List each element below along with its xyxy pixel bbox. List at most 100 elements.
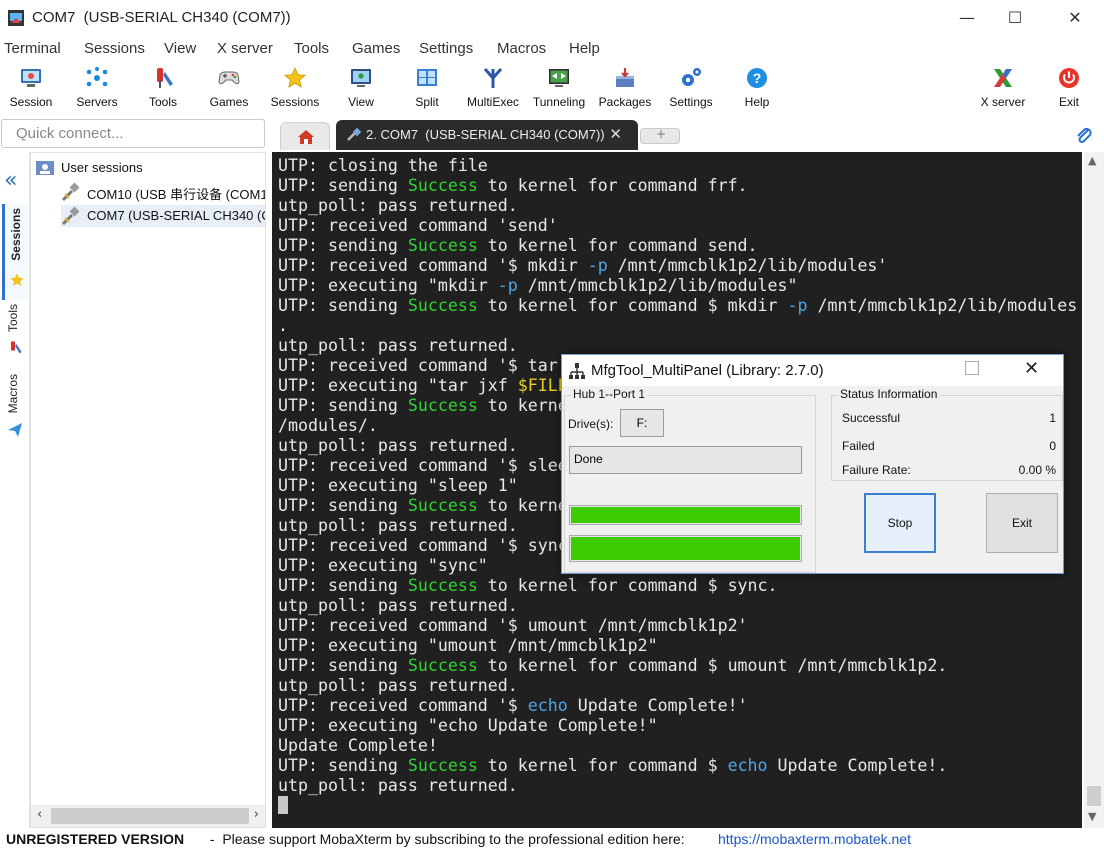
- close-button[interactable]: ✕: [1052, 0, 1098, 36]
- tab-close-icon[interactable]: ✕: [609, 125, 622, 143]
- terminal-text: Update Complete!.: [767, 756, 948, 775]
- title-bar: COM7 (USB-SERIAL CH340 (COM7)) — ☐ ✕: [0, 0, 1104, 36]
- mobaxterm-window: COM7 (USB-SERIAL CH340 (COM7)) — ☐ ✕ Ter…: [0, 0, 1104, 850]
- menu-games[interactable]: Games: [352, 40, 400, 57]
- svg-text:?: ?: [753, 70, 762, 86]
- serial-plug-icon: [347, 128, 362, 141]
- menu-settings[interactable]: Settings: [419, 40, 473, 57]
- status-text-box: Done: [569, 446, 802, 474]
- mfgtool-dialog: MfgTool_MultiPanel (Library: 2.7.0) ✕ Hu…: [561, 354, 1064, 574]
- help-button[interactable]: ? Help: [724, 62, 790, 116]
- terminal-text: UTP: executing "sync": [278, 556, 488, 575]
- menu-terminal[interactable]: Terminal: [4, 40, 61, 57]
- minimize-button[interactable]: —: [944, 0, 990, 36]
- tools-icon: [157, 68, 173, 88]
- games-button[interactable]: Games: [196, 62, 262, 116]
- home-icon: [298, 130, 314, 144]
- menu-sessions[interactable]: Sessions: [84, 40, 145, 57]
- packages-button[interactable]: Packages: [592, 62, 658, 116]
- terminal-text: Success: [407, 236, 478, 255]
- exit-button[interactable]: Exit: [986, 493, 1058, 553]
- tunneling-button[interactable]: Tunneling: [526, 62, 592, 116]
- terminal-line: UTP: received command '$ mkdir -p /mnt/m…: [278, 256, 1077, 276]
- session-button[interactable]: Session: [0, 62, 64, 116]
- maximize-button[interactable]: ☐: [992, 0, 1038, 36]
- scroll-thumb[interactable]: [51, 808, 249, 824]
- scroll-thumb[interactable]: [1087, 786, 1101, 806]
- side-tab-tools[interactable]: Tools: [2, 300, 28, 360]
- horizontal-scrollbar[interactable]: ‹ ›: [31, 805, 265, 827]
- menu-view[interactable]: View: [164, 40, 196, 57]
- paperclip-icon[interactable]: [1074, 125, 1094, 145]
- star-icon: [10, 273, 24, 286]
- stop-button[interactable]: Stop: [864, 493, 936, 553]
- exit-button[interactable]: Exit: [1036, 62, 1102, 116]
- tools-button[interactable]: Tools: [130, 62, 196, 116]
- star-icon: [284, 67, 306, 88]
- settings-button[interactable]: Settings: [658, 62, 724, 116]
- multiexec-button[interactable]: MultiExec: [460, 62, 526, 116]
- terminal-text: /mnt/mmcblk1p2/lib/modules: [807, 296, 1078, 315]
- terminal-line: Update Complete!: [278, 736, 1077, 756]
- terminal-text: Update Complete!: [278, 736, 438, 755]
- progress-fill: [571, 507, 800, 523]
- sessions-button[interactable]: Sessions: [262, 62, 328, 116]
- side-tab-macros-label: Macros: [6, 374, 20, 414]
- tab-com7[interactable]: 2. COM7 (USB-SERIAL CH340 (COM7)) ✕: [336, 120, 638, 150]
- mfgtool-maximize-button[interactable]: [965, 361, 979, 375]
- failure-rate-value: 0.00 %: [1018, 463, 1056, 477]
- menu-help[interactable]: Help: [569, 40, 600, 57]
- terminal-text: Update Complete!': [567, 696, 748, 715]
- new-tab-button[interactable]: +: [640, 127, 680, 144]
- tab-label: 2. COM7 (USB-SERIAL CH340 (COM7)): [366, 127, 605, 142]
- terminal-text: UTP: sending: [278, 756, 408, 775]
- help-icon: ?: [747, 68, 767, 88]
- collapse-sidebar-icon[interactable]: «: [4, 168, 17, 193]
- packages-icon: [616, 68, 634, 87]
- mobaxterm-link[interactable]: https://mobaxterm.mobatek.net: [718, 831, 911, 847]
- terminal-text: to kernel for command $ umount /mnt/mmcb…: [477, 656, 948, 675]
- terminal-line: UTP: executing "umount /mnt/mmcblk1p2": [278, 636, 1077, 656]
- terminal-text: to kernel for command send.: [477, 236, 758, 255]
- session-item-selected[interactable]: COM7 (USB-SERIAL CH340 (COM7)): [61, 205, 265, 227]
- terminal-line: UTP: received command '$ umount /mnt/mmc…: [278, 616, 1077, 636]
- home-tab[interactable]: [280, 122, 330, 150]
- scroll-down-icon[interactable]: ▼: [1088, 810, 1096, 823]
- terminal-text: /mnt/mmcblk1p2/lib/modules": [517, 276, 798, 295]
- terminal-line: UTP: sending Success to kernel for comma…: [278, 176, 1077, 196]
- quick-connect-input[interactable]: [2, 120, 264, 147]
- terminal-text: echo: [527, 696, 568, 715]
- scroll-right-icon[interactable]: ›: [254, 807, 259, 822]
- menu-x-server[interactable]: X server: [217, 40, 273, 57]
- toolbar: Session Servers Tools Games Sessions Vie…: [0, 62, 1104, 116]
- terminal-cursor: [278, 796, 288, 814]
- terminal-text: UTP: sending: [278, 296, 408, 315]
- menu-tools[interactable]: Tools: [294, 40, 329, 57]
- view-button[interactable]: View: [328, 62, 394, 116]
- successful-label: Successful: [842, 411, 901, 425]
- terminal-text: utp_poll: pass returned.: [278, 676, 518, 695]
- terminal-text: /modules/.: [278, 416, 378, 435]
- scroll-left-icon[interactable]: ‹: [37, 807, 42, 822]
- terminal-line: utp_poll: pass returned.: [278, 196, 1077, 216]
- session-item[interactable]: COM10 (USB 串行设备 (COM10)): [61, 181, 265, 203]
- vertical-scrollbar[interactable]: ▲ ▼: [1084, 152, 1104, 828]
- menu-macros[interactable]: Macros: [497, 40, 546, 57]
- terminal-text: UTP: received command '$ sync: [278, 536, 568, 555]
- settings-icon: [682, 68, 701, 86]
- terminal-text: UTP: received command '$ slee: [278, 456, 568, 475]
- x-server-button[interactable]: X server: [970, 62, 1036, 116]
- servers-button[interactable]: Servers: [64, 62, 130, 116]
- hub-port-title: Hub 1--Port 1: [571, 387, 648, 401]
- terminal-cursor-line: [278, 796, 1077, 816]
- exit-label: Exit: [1058, 95, 1079, 109]
- terminal-text: echo: [727, 756, 768, 775]
- mfgtool-close-button[interactable]: ✕: [1024, 358, 1039, 379]
- menu-bar: Terminal Sessions View X server Tools Ga…: [0, 38, 1104, 60]
- split-button[interactable]: Split: [394, 62, 460, 116]
- xserver-icon: [994, 69, 1012, 87]
- terminal-line: UTP: received command '$ echo Update Com…: [278, 696, 1077, 716]
- view-icon: [351, 69, 371, 87]
- side-tab-macros[interactable]: Macros: [2, 370, 28, 440]
- scroll-up-icon[interactable]: ▲: [1088, 154, 1096, 167]
